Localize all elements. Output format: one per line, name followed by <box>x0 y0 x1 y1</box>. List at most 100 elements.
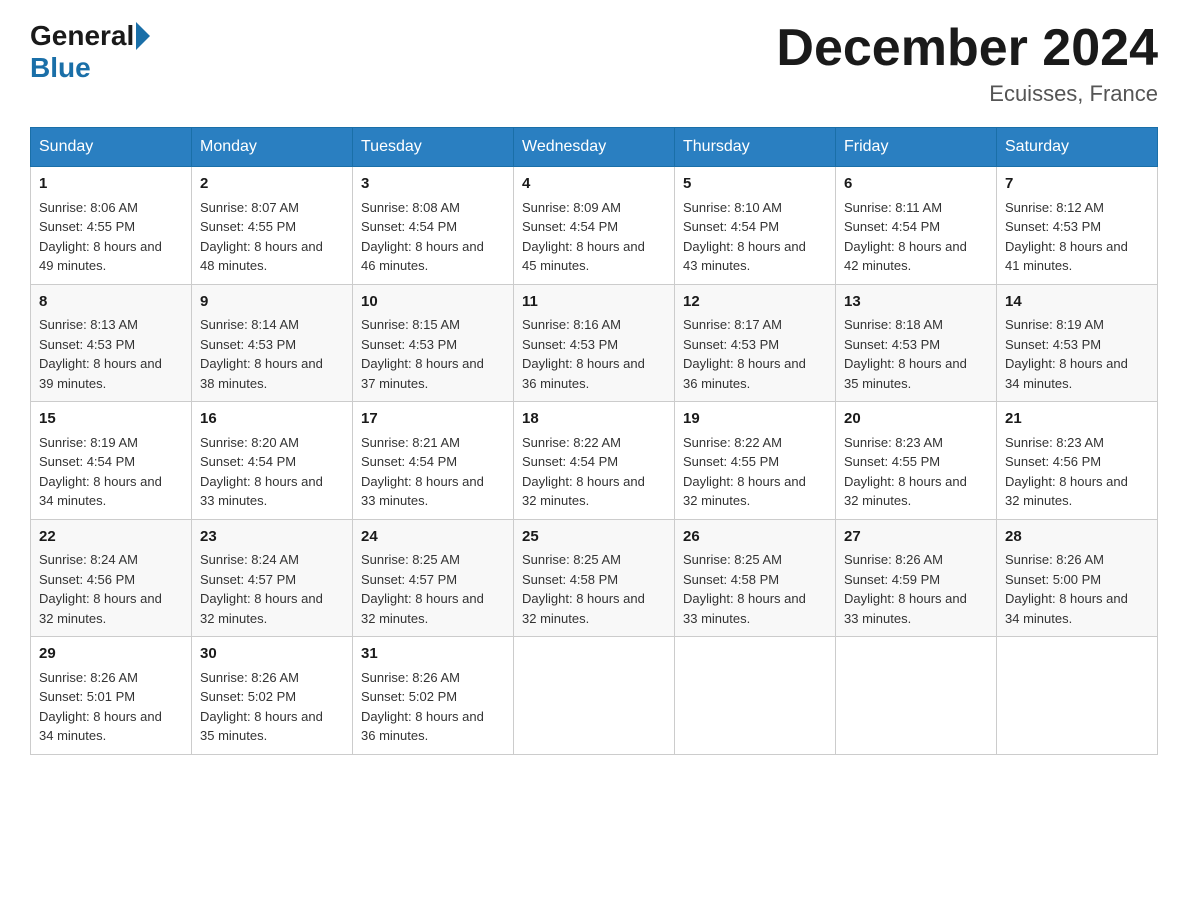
day-number: 15 <box>39 408 183 431</box>
col-sunday: Sunday <box>31 128 192 167</box>
day-number: 7 <box>1005 173 1149 196</box>
table-row <box>675 637 836 755</box>
day-number: 5 <box>683 173 827 196</box>
day-number: 14 <box>1005 291 1149 314</box>
day-info: Sunrise: 8:20 AM Sunset: 4:54 PM Dayligh… <box>200 433 344 511</box>
table-row: 5 Sunrise: 8:10 AM Sunset: 4:54 PM Dayli… <box>675 167 836 285</box>
table-row: 26 Sunrise: 8:25 AM Sunset: 4:58 PM Dayl… <box>675 519 836 637</box>
day-info: Sunrise: 8:16 AM Sunset: 4:53 PM Dayligh… <box>522 315 666 393</box>
day-number: 27 <box>844 526 988 549</box>
day-info: Sunrise: 8:18 AM Sunset: 4:53 PM Dayligh… <box>844 315 988 393</box>
day-number: 30 <box>200 643 344 666</box>
day-number: 10 <box>361 291 505 314</box>
table-row: 8 Sunrise: 8:13 AM Sunset: 4:53 PM Dayli… <box>31 284 192 402</box>
table-row: 22 Sunrise: 8:24 AM Sunset: 4:56 PM Dayl… <box>31 519 192 637</box>
day-info: Sunrise: 8:08 AM Sunset: 4:54 PM Dayligh… <box>361 198 505 276</box>
day-number: 9 <box>200 291 344 314</box>
day-info: Sunrise: 8:25 AM Sunset: 4:58 PM Dayligh… <box>683 550 827 628</box>
table-row: 14 Sunrise: 8:19 AM Sunset: 4:53 PM Dayl… <box>997 284 1158 402</box>
calendar-week-2: 8 Sunrise: 8:13 AM Sunset: 4:53 PM Dayli… <box>31 284 1158 402</box>
day-number: 19 <box>683 408 827 431</box>
col-tuesday: Tuesday <box>353 128 514 167</box>
table-row: 1 Sunrise: 8:06 AM Sunset: 4:55 PM Dayli… <box>31 167 192 285</box>
day-number: 12 <box>683 291 827 314</box>
day-info: Sunrise: 8:24 AM Sunset: 4:57 PM Dayligh… <box>200 550 344 628</box>
day-info: Sunrise: 8:23 AM Sunset: 4:56 PM Dayligh… <box>1005 433 1149 511</box>
day-info: Sunrise: 8:13 AM Sunset: 4:53 PM Dayligh… <box>39 315 183 393</box>
day-number: 26 <box>683 526 827 549</box>
day-number: 6 <box>844 173 988 196</box>
day-number: 25 <box>522 526 666 549</box>
calendar-week-4: 22 Sunrise: 8:24 AM Sunset: 4:56 PM Dayl… <box>31 519 1158 637</box>
day-info: Sunrise: 8:21 AM Sunset: 4:54 PM Dayligh… <box>361 433 505 511</box>
day-number: 31 <box>361 643 505 666</box>
table-row: 18 Sunrise: 8:22 AM Sunset: 4:54 PM Dayl… <box>514 402 675 520</box>
calendar-week-3: 15 Sunrise: 8:19 AM Sunset: 4:54 PM Dayl… <box>31 402 1158 520</box>
table-row <box>514 637 675 755</box>
day-number: 4 <box>522 173 666 196</box>
day-info: Sunrise: 8:19 AM Sunset: 4:54 PM Dayligh… <box>39 433 183 511</box>
table-row: 31 Sunrise: 8:26 AM Sunset: 5:02 PM Dayl… <box>353 637 514 755</box>
table-row: 23 Sunrise: 8:24 AM Sunset: 4:57 PM Dayl… <box>192 519 353 637</box>
title-section: December 2024 Ecuisses, France <box>776 20 1158 107</box>
day-number: 2 <box>200 173 344 196</box>
day-number: 24 <box>361 526 505 549</box>
day-info: Sunrise: 8:25 AM Sunset: 4:57 PM Dayligh… <box>361 550 505 628</box>
month-title: December 2024 <box>776 20 1158 77</box>
table-row: 13 Sunrise: 8:18 AM Sunset: 4:53 PM Dayl… <box>836 284 997 402</box>
logo-general-text: General <box>30 20 134 52</box>
day-info: Sunrise: 8:26 AM Sunset: 5:02 PM Dayligh… <box>200 668 344 746</box>
day-number: 21 <box>1005 408 1149 431</box>
day-info: Sunrise: 8:19 AM Sunset: 4:53 PM Dayligh… <box>1005 315 1149 393</box>
day-info: Sunrise: 8:24 AM Sunset: 4:56 PM Dayligh… <box>39 550 183 628</box>
table-row: 20 Sunrise: 8:23 AM Sunset: 4:55 PM Dayl… <box>836 402 997 520</box>
day-info: Sunrise: 8:26 AM Sunset: 4:59 PM Dayligh… <box>844 550 988 628</box>
logo-blue-text: Blue <box>30 52 91 84</box>
table-row: 28 Sunrise: 8:26 AM Sunset: 5:00 PM Dayl… <box>997 519 1158 637</box>
day-info: Sunrise: 8:14 AM Sunset: 4:53 PM Dayligh… <box>200 315 344 393</box>
day-info: Sunrise: 8:25 AM Sunset: 4:58 PM Dayligh… <box>522 550 666 628</box>
day-number: 13 <box>844 291 988 314</box>
day-info: Sunrise: 8:22 AM Sunset: 4:55 PM Dayligh… <box>683 433 827 511</box>
table-row: 25 Sunrise: 8:25 AM Sunset: 4:58 PM Dayl… <box>514 519 675 637</box>
table-row: 2 Sunrise: 8:07 AM Sunset: 4:55 PM Dayli… <box>192 167 353 285</box>
col-thursday: Thursday <box>675 128 836 167</box>
day-number: 22 <box>39 526 183 549</box>
table-row: 30 Sunrise: 8:26 AM Sunset: 5:02 PM Dayl… <box>192 637 353 755</box>
calendar-week-1: 1 Sunrise: 8:06 AM Sunset: 4:55 PM Dayli… <box>31 167 1158 285</box>
day-number: 11 <box>522 291 666 314</box>
day-info: Sunrise: 8:26 AM Sunset: 5:02 PM Dayligh… <box>361 668 505 746</box>
day-number: 16 <box>200 408 344 431</box>
table-row: 27 Sunrise: 8:26 AM Sunset: 4:59 PM Dayl… <box>836 519 997 637</box>
table-row: 4 Sunrise: 8:09 AM Sunset: 4:54 PM Dayli… <box>514 167 675 285</box>
day-number: 29 <box>39 643 183 666</box>
day-number: 20 <box>844 408 988 431</box>
table-row: 7 Sunrise: 8:12 AM Sunset: 4:53 PM Dayli… <box>997 167 1158 285</box>
table-row: 24 Sunrise: 8:25 AM Sunset: 4:57 PM Dayl… <box>353 519 514 637</box>
day-number: 23 <box>200 526 344 549</box>
col-friday: Friday <box>836 128 997 167</box>
table-row <box>836 637 997 755</box>
day-info: Sunrise: 8:12 AM Sunset: 4:53 PM Dayligh… <box>1005 198 1149 276</box>
day-info: Sunrise: 8:23 AM Sunset: 4:55 PM Dayligh… <box>844 433 988 511</box>
day-info: Sunrise: 8:06 AM Sunset: 4:55 PM Dayligh… <box>39 198 183 276</box>
table-row: 29 Sunrise: 8:26 AM Sunset: 5:01 PM Dayl… <box>31 637 192 755</box>
table-row: 11 Sunrise: 8:16 AM Sunset: 4:53 PM Dayl… <box>514 284 675 402</box>
logo-arrow-icon <box>136 22 150 50</box>
day-info: Sunrise: 8:26 AM Sunset: 5:00 PM Dayligh… <box>1005 550 1149 628</box>
day-number: 3 <box>361 173 505 196</box>
calendar-week-5: 29 Sunrise: 8:26 AM Sunset: 5:01 PM Dayl… <box>31 637 1158 755</box>
col-saturday: Saturday <box>997 128 1158 167</box>
day-info: Sunrise: 8:26 AM Sunset: 5:01 PM Dayligh… <box>39 668 183 746</box>
day-info: Sunrise: 8:07 AM Sunset: 4:55 PM Dayligh… <box>200 198 344 276</box>
day-info: Sunrise: 8:22 AM Sunset: 4:54 PM Dayligh… <box>522 433 666 511</box>
table-row: 9 Sunrise: 8:14 AM Sunset: 4:53 PM Dayli… <box>192 284 353 402</box>
table-row: 10 Sunrise: 8:15 AM Sunset: 4:53 PM Dayl… <box>353 284 514 402</box>
col-monday: Monday <box>192 128 353 167</box>
table-row: 21 Sunrise: 8:23 AM Sunset: 4:56 PM Dayl… <box>997 402 1158 520</box>
location-text: Ecuisses, France <box>776 81 1158 107</box>
day-info: Sunrise: 8:10 AM Sunset: 4:54 PM Dayligh… <box>683 198 827 276</box>
table-row: 3 Sunrise: 8:08 AM Sunset: 4:54 PM Dayli… <box>353 167 514 285</box>
page-header: General Blue December 2024 Ecuisses, Fra… <box>30 20 1158 107</box>
table-row: 17 Sunrise: 8:21 AM Sunset: 4:54 PM Dayl… <box>353 402 514 520</box>
